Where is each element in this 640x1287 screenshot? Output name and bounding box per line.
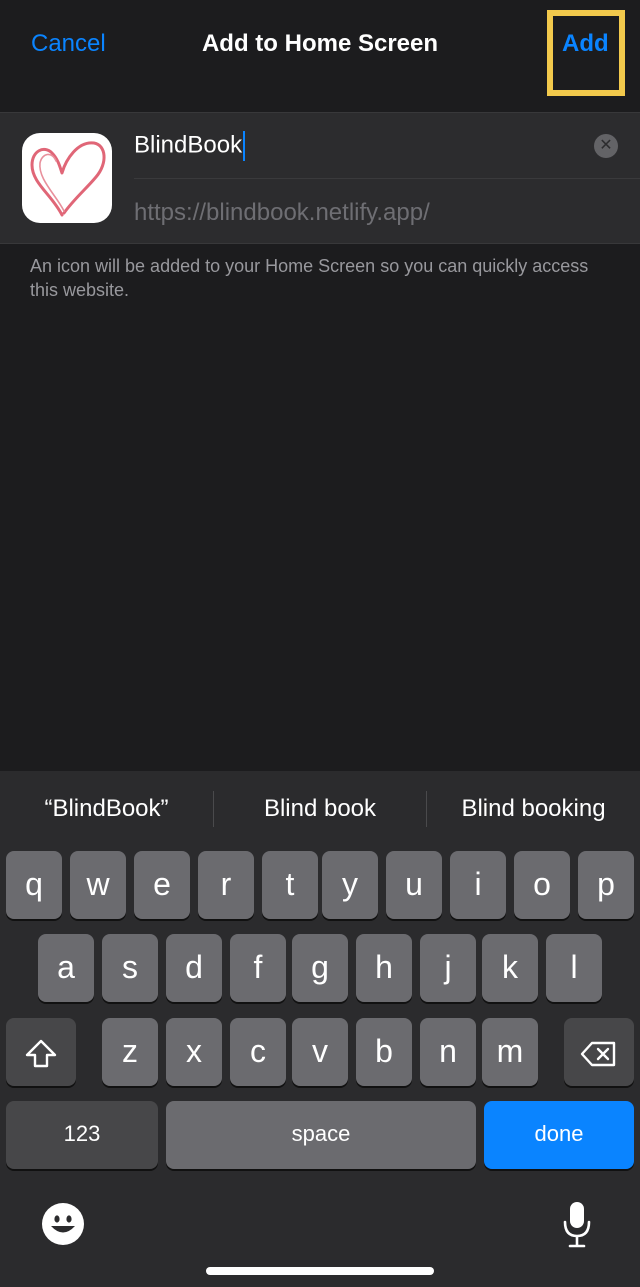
- suggestion-3[interactable]: Blind booking: [427, 795, 640, 823]
- delete-key[interactable]: [564, 1018, 634, 1086]
- key-m[interactable]: m: [482, 1018, 538, 1086]
- home-indicator: [206, 1267, 434, 1275]
- key-w[interactable]: w: [70, 851, 126, 919]
- done-key[interactable]: done: [484, 1101, 634, 1169]
- key-b[interactable]: b: [356, 1018, 412, 1086]
- key-h[interactable]: h: [356, 934, 412, 1002]
- app-icon-preview: [22, 133, 112, 223]
- emoji-icon: [43, 1204, 83, 1244]
- navigation-bar: Cancel Add to Home Screen Add: [0, 0, 640, 112]
- shift-arrow-icon: [25, 1039, 57, 1067]
- numbers-key[interactable]: 123: [6, 1101, 158, 1169]
- emoji-button[interactable]: [42, 1203, 84, 1245]
- footnote-text: An icon will be added to your Home Scree…: [30, 256, 589, 300]
- key-n[interactable]: n: [420, 1018, 476, 1086]
- key-g[interactable]: g: [292, 934, 348, 1002]
- key-s[interactable]: s: [102, 934, 158, 1002]
- key-k[interactable]: k: [482, 934, 538, 1002]
- key-d[interactable]: d: [166, 934, 222, 1002]
- key-r[interactable]: r: [198, 851, 254, 919]
- dictation-button[interactable]: [562, 1200, 592, 1250]
- key-u[interactable]: u: [386, 851, 442, 919]
- key-j[interactable]: j: [420, 934, 476, 1002]
- bookmark-form: BlindBook ✕ https://blindbook.netlify.ap…: [0, 112, 640, 244]
- clear-x-icon[interactable]: ✕: [594, 134, 618, 158]
- key-c[interactable]: c: [230, 1018, 286, 1086]
- key-f[interactable]: f: [230, 934, 286, 1002]
- key-a[interactable]: a: [38, 934, 94, 1002]
- suggestion-bar: “BlindBook” Blind book Blind booking: [0, 771, 640, 849]
- suggestion-2[interactable]: Blind book: [214, 795, 426, 823]
- keyboard: “BlindBook” Blind book Blind booking q w…: [0, 771, 640, 1287]
- suggestion-1[interactable]: “BlindBook”: [0, 795, 213, 823]
- key-e[interactable]: e: [134, 851, 190, 919]
- key-y[interactable]: y: [322, 851, 378, 919]
- key-z[interactable]: z: [102, 1018, 158, 1086]
- url-text: https://blindbook.netlify.app/: [134, 199, 430, 226]
- key-p[interactable]: p: [578, 851, 634, 919]
- key-o[interactable]: o: [514, 851, 570, 919]
- key-q[interactable]: q: [6, 851, 62, 919]
- backspace-icon: [580, 1041, 616, 1066]
- key-v[interactable]: v: [292, 1018, 348, 1086]
- name-field-value: BlindBook: [134, 131, 243, 159]
- add-button[interactable]: Add: [562, 30, 609, 58]
- page-title: Add to Home Screen: [201, 30, 439, 57]
- name-field[interactable]: BlindBook: [134, 131, 246, 161]
- shift-key[interactable]: [6, 1018, 76, 1086]
- key-l[interactable]: l: [546, 934, 602, 1002]
- space-key[interactable]: space: [166, 1101, 476, 1169]
- key-i[interactable]: i: [450, 851, 506, 919]
- key-t[interactable]: t: [262, 851, 318, 919]
- heart-icon: [30, 141, 106, 217]
- microphone-icon: [563, 1202, 591, 1248]
- key-x[interactable]: x: [166, 1018, 222, 1086]
- name-field-row: BlindBook ✕: [134, 113, 640, 179]
- text-caret: [243, 131, 246, 161]
